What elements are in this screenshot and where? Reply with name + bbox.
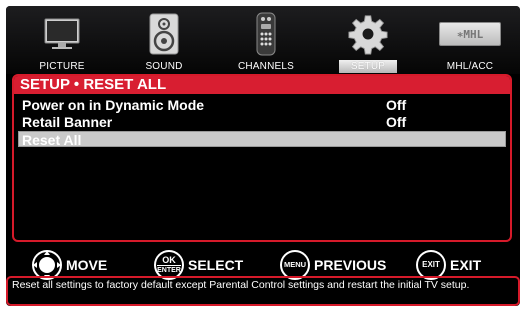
move-label: MOVE	[66, 257, 108, 273]
mhl-logo: ∗MHL	[438, 12, 502, 56]
speaker-icon	[144, 12, 184, 56]
remote-icon	[246, 12, 286, 56]
setting-row-retail-banner[interactable]: Retail Banner Off	[18, 114, 506, 130]
tv-icon	[42, 12, 82, 56]
category-channels[interactable]: CHANNELS	[220, 10, 312, 74]
category-setup[interactable]: SETUP	[322, 10, 414, 74]
category-label: PICTURE	[39, 61, 85, 72]
panel-title: SETUP • RESET ALL	[14, 76, 510, 94]
tv-menu-screen: PICTURE SOUND CHANNELS SETUP ∗MHL MHL/AC…	[6, 6, 520, 306]
category-label: SETUP	[338, 60, 398, 73]
setting-label: Retail Banner	[22, 114, 113, 130]
setting-label: Power on in Dynamic Mode	[22, 97, 205, 113]
category-mhl-acc[interactable]: ∗MHL MHL/ACC	[424, 10, 516, 74]
setting-label: Reset All	[22, 132, 82, 148]
setting-row-power-on-dynamic[interactable]: Power on in Dynamic Mode Off	[18, 97, 506, 113]
gear-icon	[348, 12, 388, 56]
category-bar: PICTURE SOUND CHANNELS SETUP ∗MHL MHL/AC…	[6, 6, 520, 74]
help-box: Reset all settings to factory default ex…	[6, 276, 520, 306]
setting-value: Off	[386, 97, 407, 113]
category-label: MHL/ACC	[446, 61, 494, 72]
settings-panel: SETUP • RESET ALL Power on in Dynamic Mo…	[12, 74, 512, 242]
previous-label: PREVIOUS	[314, 257, 387, 273]
category-sound[interactable]: SOUND	[118, 10, 210, 74]
setting-value: Off	[386, 114, 407, 130]
category-label: SOUND	[145, 61, 183, 72]
help-text: Reset all settings to factory default ex…	[12, 279, 470, 291]
exit-label: EXIT	[450, 257, 482, 273]
category-label: CHANNELS	[237, 61, 295, 72]
setting-row-reset-all[interactable]: Reset All	[18, 131, 506, 148]
category-picture[interactable]: PICTURE	[16, 10, 108, 74]
select-label: SELECT	[188, 257, 244, 273]
